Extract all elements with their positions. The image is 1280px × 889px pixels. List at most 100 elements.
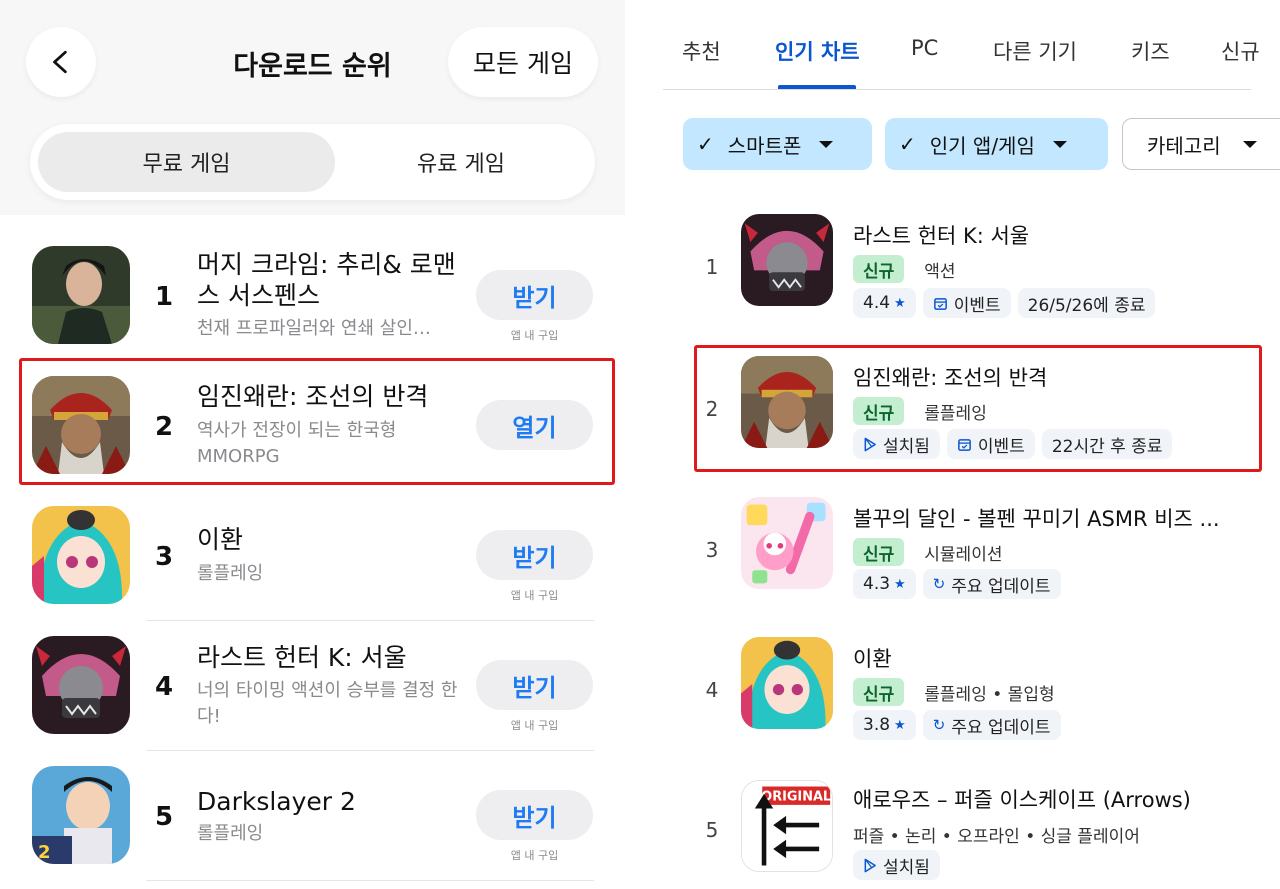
list-item[interactable]: 5 ORIGINAL 애로우즈 – 퍼즐 이스케이프 (Arrows) 퍼즐 •… [663,780,1280,889]
price-segment-control: 무료 게임 유료 게임 [30,124,595,200]
list-item[interactable]: 1 라스트 헌터 K: 서울 신규 액션 4.4 ★ 이벤트 26/5/26에 종… [663,214,1280,324]
app-icon [741,637,833,729]
get-button[interactable]: 받기 [476,270,593,320]
tab-kids[interactable]: 키즈 [1131,36,1170,66]
tabs-divider [663,89,1251,90]
dropdown-arrow-icon [1052,140,1067,148]
tab-new[interactable]: 신규 [1221,36,1260,66]
tab-top-charts[interactable]: 인기 차트 [775,36,860,66]
row-divider [146,620,594,621]
rank-number: 5 [705,818,719,842]
update-pill: ↻ 주요 업데이트 [922,710,1061,740]
rank-number: 4 [705,678,719,702]
rating-pill: 4.4 ★ [853,288,916,318]
new-badge: 신규 [853,538,905,566]
original-badge-text: ORIGINAL [761,789,831,804]
app-tags-line: 4.4 ★ 이벤트 26/5/26에 종료 [853,288,1162,318]
app-name: 라스트 헌터 K: 서울 [197,643,407,672]
highlight-box [694,345,1262,472]
list-item[interactable]: 3 이환 롤플레잉 받기 앱 내 구입 [0,506,625,626]
in-app-purchase-label: 앱 내 구입 [510,719,559,732]
rating-value: 4.4 [863,293,891,313]
app-subtitle: 천재 프로파일러와 연쇄 살인… [197,318,431,339]
get-button[interactable]: 받기 [476,530,593,580]
installed-label: 설치됨 [883,857,930,878]
event-label: 이벤트 [953,295,1001,316]
new-badge: 신규 [853,255,905,283]
screenshot-root: 다운로드 순위 모든 게임 무료 게임 유료 게임 1 머지 크라임: 추리& … [0,0,1280,889]
app-name: 볼꾸의 달인 - 볼펜 꾸미기 ASMR 비즈 ... [853,507,1220,531]
app-tags-line: 설치됨 [853,850,947,880]
star-icon: ★ [894,295,906,311]
app-tags-line: 4.3 ★ ↻ 주요 업데이트 [853,569,1068,599]
app-category: 롤플레잉 • 몰입형 [924,684,1055,705]
segment-paid-games[interactable]: 유료 게임 [335,132,587,192]
rank-number: 4 [154,672,174,702]
tab-recommended[interactable]: 추천 [682,36,721,66]
app-categories: 퍼즐 • 논리 • 오프라인 • 싱글 플레이어 [853,827,1140,847]
app-subtitle: 롤플레잉 [197,823,264,844]
calendar-icon [933,296,948,311]
app-store-ranking-panel: 다운로드 순위 모든 게임 무료 게임 유료 게임 1 머지 크라임: 추리& … [0,0,625,889]
row-divider [146,880,594,881]
app-icon [32,636,130,734]
app-tags-line: 3.8 ★ ↻ 주요 업데이트 [853,710,1068,740]
update-label: 주요 업데이트 [951,717,1051,738]
get-button[interactable]: 받기 [476,660,593,710]
app-icon [32,246,130,344]
list-item[interactable]: 4 이환 신규 롤플레잉 • 몰입형 3.8 ★ ↻ 주요 업데이트 [663,637,1280,747]
chip-popular-apps-games[interactable]: ✓ 인기 앱/게임 [885,118,1108,170]
play-store-chart-panel: 추천 인기 차트 PC 다른 기기 키즈 신규 ✓ 스마트폰 ✓ 인기 앱/게임… [663,0,1280,889]
app-icon: ORIGINAL [741,780,833,872]
installed-pill: 설치됨 [853,850,940,880]
tab-other-devices[interactable]: 다른 기기 [993,36,1077,66]
rank-number: 1 [705,255,719,279]
row-divider [146,750,594,751]
rating-pill: 4.3 ★ [853,569,916,599]
chip-smartphone[interactable]: ✓ 스마트폰 [683,118,872,170]
list-item[interactable]: 4 라스트 헌터 K: 서울 너의 타이밍 액션이 승부를 결정 한다! 받기 … [0,636,625,756]
get-button[interactable]: 받기 [476,790,593,840]
svg-text:2: 2 [38,842,51,863]
tab-pc[interactable]: PC [911,36,938,60]
dropdown-arrow-icon [819,140,834,148]
play-store-icon [863,858,877,873]
rating-value: 4.3 [863,574,891,594]
app-name: 라스트 헌터 K: 서울 [853,224,1030,248]
segment-free-games[interactable]: 무료 게임 [38,132,335,192]
list-item[interactable]: 2 5 Darkslayer 2 롤플레잉 받기 앱 내 구입 [0,766,625,886]
check-icon: ✓ [899,132,916,156]
app-name: 이환 [853,647,892,671]
update-pill: ↻ 주요 업데이트 [922,569,1061,599]
rating-value: 3.8 [863,715,891,735]
update-label: 주요 업데이트 [951,576,1051,597]
rating-pill: 3.8 ★ [853,710,916,740]
chip-label: 스마트폰 [727,133,802,158]
in-app-purchase-label: 앱 내 구입 [510,589,559,602]
app-category: 액션 [924,261,956,282]
rank-number: 1 [154,282,174,312]
app-icon: 2 [32,766,130,864]
rank-number: 3 [154,542,174,572]
highlight-box [19,358,615,485]
rank-number: 5 [154,802,174,832]
new-badge: 신규 [853,678,905,706]
update-icon: ↻ [932,716,946,734]
in-app-purchase-label: 앱 내 구입 [510,849,559,862]
ranking-header: 다운로드 순위 모든 게임 무료 게임 유료 게임 [0,0,625,215]
in-app-purchase-label: 앱 내 구입 [510,329,559,342]
app-category-line: 신규 롤플레잉 • 몰입형 [853,678,1055,706]
app-name: 이환 [197,525,244,554]
app-category-line: 신규 시뮬레이션 [853,538,1002,566]
chip-category[interactable]: 카테고리 [1122,118,1280,170]
app-name: 애로우즈 – 퍼즐 이스케이프 (Arrows) [853,788,1191,812]
rank-number: 3 [705,538,719,562]
list-item[interactable]: 3 볼꾸의 달인 - 볼펜 꾸미기 ASMR 비즈 ... 신규 시뮬레이션 4… [663,497,1280,607]
category-tabs: 추천 인기 차트 PC 다른 기기 키즈 신규 [663,0,1280,92]
check-icon: ✓ [697,132,714,156]
update-icon: ↻ [932,575,946,593]
app-name: 머지 크라임: 추리& 로맨스 서스펜스 [197,250,456,310]
list-item[interactable]: 1 머지 크라임: 추리& 로맨스 서스펜스 천재 프로파일러와 연쇄 살인… … [0,246,625,366]
star-icon: ★ [894,576,906,592]
all-games-button[interactable]: 모든 게임 [448,27,598,97]
